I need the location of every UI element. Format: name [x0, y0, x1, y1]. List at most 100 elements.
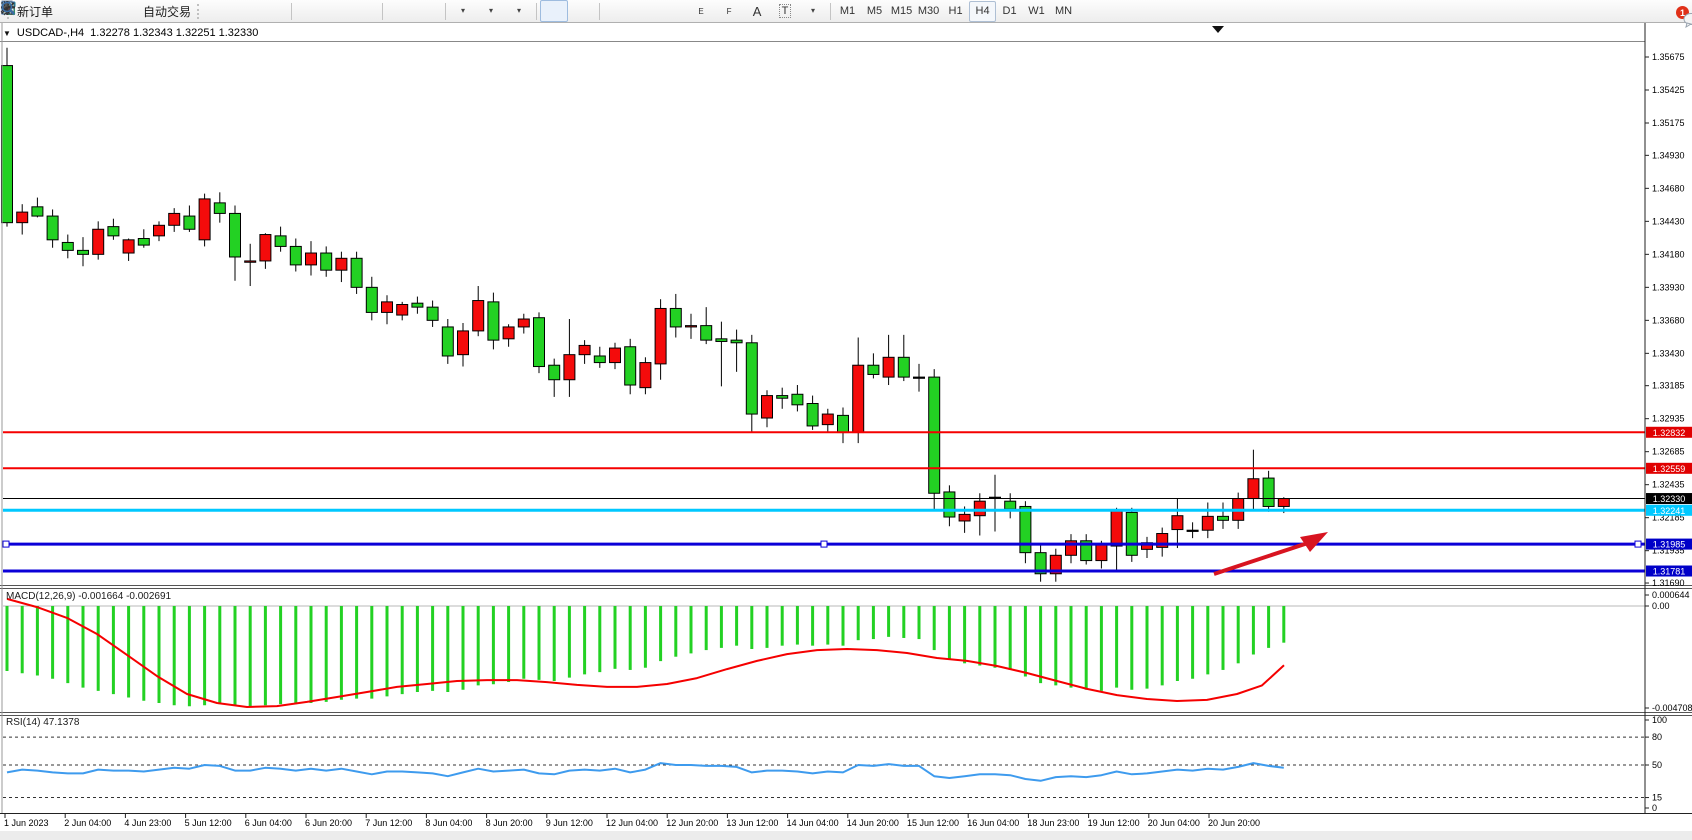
chart-header: ▼ USDCAD-,H4 1.32278 1.32343 1.32251 1.3…: [3, 25, 258, 41]
chart-canvas[interactable]: 0.0006440.00-0.00470810080501501.356751.…: [0, 0, 1692, 840]
cursor-tool-button[interactable]: [540, 0, 568, 22]
candlestick: [2, 48, 13, 227]
timeframe-button-W1[interactable]: W1: [1023, 1, 1050, 22]
chart-shift-button[interactable]: [414, 0, 442, 22]
price-axis-drag-zone[interactable]: [1645, 23, 1692, 813]
templates-button[interactable]: ▾: [505, 0, 533, 22]
periods-button[interactable]: ▾: [477, 0, 505, 22]
timeframe-button-M15[interactable]: M15: [888, 1, 915, 22]
timeframe-button-MN[interactable]: MN: [1050, 1, 1077, 22]
candlestick: [351, 252, 362, 294]
candle-body: [974, 501, 985, 516]
hline-drag-handle[interactable]: [1635, 541, 1641, 547]
candle-chart-mode-button[interactable]: [232, 0, 260, 22]
indicators-button[interactable]: ▾: [449, 0, 477, 22]
periods-caret-icon: ▾: [489, 7, 493, 15]
new-order-button[interactable]: 新订单: [14, 0, 56, 22]
toolbar-separator: [830, 3, 831, 20]
timeframe-button-H1[interactable]: H1: [942, 1, 969, 22]
macd-name: MACD(12,26,9): [6, 591, 75, 602]
bar-chart-mode-button[interactable]: [204, 0, 232, 22]
line-chart-mode-button[interactable]: [260, 0, 288, 22]
candle-body: [412, 303, 423, 307]
candle-body: [473, 301, 484, 331]
candle-body: [746, 343, 757, 414]
hline-drag-handle[interactable]: [3, 541, 9, 547]
candle-body: [564, 355, 575, 380]
candle-body: [822, 414, 833, 425]
timeframe-button-M30[interactable]: M30: [915, 1, 942, 22]
candle-body: [214, 203, 225, 214]
candle-body: [199, 199, 210, 240]
candle-body: [93, 229, 104, 254]
market-watch-button[interactable]: [56, 0, 84, 22]
candle-body: [306, 253, 317, 265]
zoom-out-button[interactable]: [323, 0, 351, 22]
time-axis-drag-zone[interactable]: [0, 814, 1645, 832]
candle-body: [275, 236, 286, 247]
fibonacci-tool-button[interactable]: F: [715, 0, 743, 22]
timeframe-button-M5[interactable]: M5: [861, 1, 888, 22]
candle-body: [17, 212, 28, 223]
candle-body: [32, 207, 43, 216]
mt4-window: 新订单 自动交易: [0, 0, 1692, 840]
channel-letter: E: [698, 7, 703, 16]
macd-values: -0.001664 -0.002691: [78, 591, 171, 602]
candle-body: [442, 327, 453, 356]
arrows-caret-icon: ▾: [811, 7, 815, 15]
candle-body: [427, 307, 438, 320]
tile-windows-button[interactable]: [351, 0, 379, 22]
toolbar-separator: [445, 3, 446, 20]
candle-body: [1187, 530, 1198, 531]
candle-body: [108, 227, 119, 236]
horizontal-line-tool-button[interactable]: [631, 0, 659, 22]
timeframe-button-M1[interactable]: M1: [834, 1, 861, 22]
indicators-caret-icon: ▾: [461, 7, 465, 15]
auto-scroll-button[interactable]: [386, 0, 414, 22]
candle-body: [792, 394, 803, 405]
candle-body: [230, 213, 241, 257]
text-label-tool-button[interactable]: T: [771, 0, 799, 22]
terminal-button[interactable]: [84, 0, 112, 22]
search-icon[interactable]: [0, 0, 17, 17]
candle-body: [518, 319, 529, 327]
candle-body: [1248, 479, 1259, 499]
channel-tool-button[interactable]: E: [687, 0, 715, 22]
candle-body: [488, 302, 499, 340]
candle-body: [184, 216, 195, 229]
candle-body: [382, 302, 393, 313]
trendline-tool-button[interactable]: [659, 0, 687, 22]
candle-body: [321, 253, 332, 270]
candle-body: [169, 213, 180, 225]
candle-body: [898, 357, 909, 377]
candle-body: [78, 250, 89, 254]
vertical-line-tool-button[interactable]: [603, 0, 631, 22]
candle-body: [336, 258, 347, 270]
zoom-in-button[interactable]: [295, 0, 323, 22]
candle-body: [47, 216, 58, 240]
candle-body: [944, 492, 955, 517]
arrows-tool-button[interactable]: ▾: [799, 0, 827, 22]
candle-body: [594, 356, 605, 363]
hline-drag-handle[interactable]: [821, 541, 827, 547]
candle-body: [777, 396, 788, 399]
candle-body: [1172, 516, 1183, 530]
candle-body: [853, 365, 864, 432]
candle-body: [762, 396, 773, 418]
candlestick: [1126, 508, 1137, 562]
candle-body: [458, 331, 469, 355]
crosshair-tool-button[interactable]: [568, 0, 596, 22]
candle-body: [2, 66, 13, 223]
strategy-signal-button[interactable]: [112, 0, 140, 22]
candle-body: [397, 305, 408, 316]
autotrading-button[interactable]: 自动交易: [140, 0, 194, 22]
text-tool-button[interactable]: A: [743, 0, 771, 22]
candle-body: [1020, 506, 1031, 552]
one-click-trading-toggle[interactable]: ▼: [3, 29, 11, 38]
candle-body: [154, 225, 165, 236]
timeframe-button-H4[interactable]: H4: [969, 1, 996, 22]
candle-body: [1202, 516, 1213, 530]
toolbar-gripper[interactable]: [197, 4, 201, 19]
timeframe-button-D1[interactable]: D1: [996, 1, 1023, 22]
rsi-indicator-label: RSI(14) 47.1378: [6, 717, 79, 728]
